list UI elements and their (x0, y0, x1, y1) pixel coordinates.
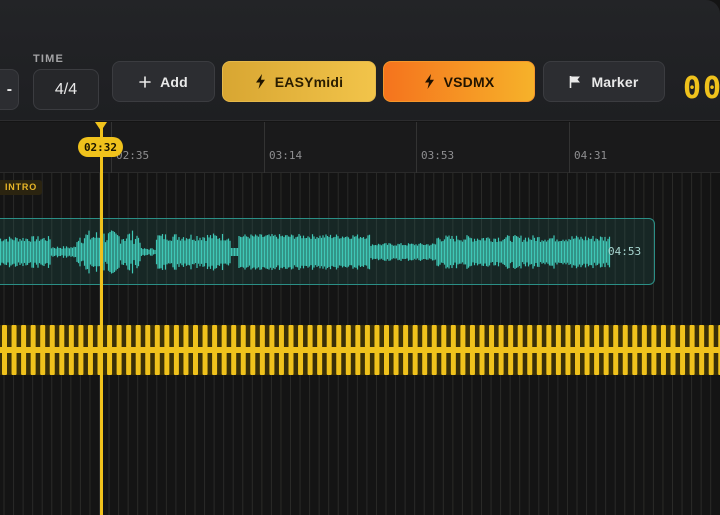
vsdmx-button[interactable]: VSDMX (383, 61, 535, 102)
plus-icon (139, 75, 151, 88)
ruler-tick (416, 122, 417, 173)
audio-clip-end-time: 04:53 (608, 245, 642, 258)
time-signature-field[interactable]: 4/4 (33, 69, 99, 110)
lightning-icon (255, 74, 265, 89)
ruler-tick (569, 122, 570, 173)
midi-pulse-track[interactable] (0, 323, 720, 378)
flag-icon (570, 75, 581, 88)
section-marker-intro[interactable]: INTRO (0, 180, 42, 195)
time-counter: 00 (683, 71, 720, 106)
ruler-tick-label: 03:14 (269, 149, 303, 162)
add-button[interactable]: Add (112, 61, 215, 102)
lightning-icon (424, 74, 434, 89)
toolbar: - TIME 4/4 Add EASYmidi VSDMX Marker 00 (0, 0, 720, 121)
easymidi-label: EASYmidi (274, 73, 344, 90)
playhead-line[interactable] (100, 127, 103, 515)
audio-clip[interactable] (0, 218, 655, 285)
easymidi-button[interactable]: EASYmidi (222, 61, 376, 102)
marker-button[interactable]: Marker (543, 61, 665, 102)
ruler-tick-label: 04:31 (574, 149, 608, 162)
playhead-handle[interactable] (95, 122, 107, 131)
audio-waveform (0, 230, 611, 274)
add-label: Add (160, 73, 188, 90)
vsdmx-label: VSDMX (443, 73, 495, 90)
partial-left-symbol: - (6, 80, 13, 98)
ruler-tick-label: 03:53 (421, 149, 455, 162)
track-lanes[interactable]: INTRO 04:53 (0, 173, 720, 515)
time-label: TIME (33, 53, 65, 65)
marker-label: Marker (591, 73, 639, 90)
ruler-tick (264, 122, 265, 173)
playhead-time-badge[interactable]: 02:32 (78, 137, 123, 157)
partial-left-control[interactable]: - (0, 69, 19, 110)
